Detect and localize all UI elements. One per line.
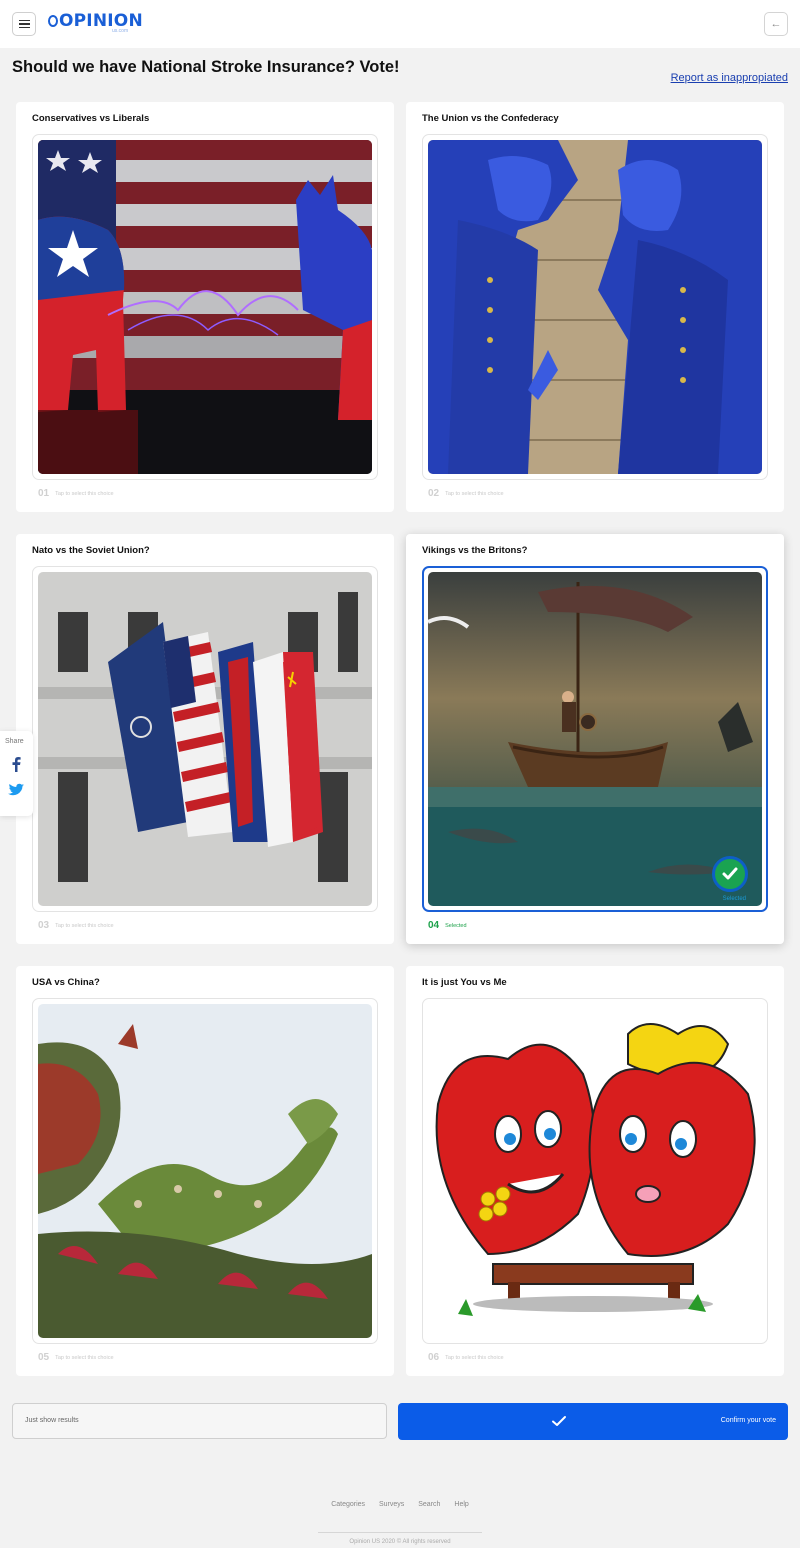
choice-image-frame[interactable]: Selected <box>422 566 768 912</box>
choice-card-5[interactable]: USA vs China? 05 Tap to select this choi… <box>16 966 394 1376</box>
footer-divider <box>318 1532 482 1533</box>
choice-image-flags-on-building <box>38 572 372 906</box>
choice-image-frame[interactable] <box>422 998 768 1344</box>
choice-card-2[interactable]: The Union vs the Confederacy 02 Tap to s… <box>406 102 784 512</box>
choice-footer: 05 Tap to select this choice <box>38 1352 114 1363</box>
logo-text: OPINION <box>59 11 143 31</box>
choice-hint: Selected <box>445 923 467 929</box>
choice-card-1[interactable]: Conservatives vs Liberals 01 Tap to sele… <box>16 102 394 512</box>
choice-image-frame[interactable] <box>32 998 378 1344</box>
just-show-results-button[interactable]: Just show results <box>12 1403 387 1439</box>
choice-card-4[interactable]: Vikings vs the Britons? Selected 04 Sele… <box>406 534 784 944</box>
choice-image-dragon-sculpture <box>38 1004 372 1338</box>
back-button[interactable]: ← <box>764 12 788 36</box>
choice-number: 02 <box>428 488 440 499</box>
choice-number: 03 <box>38 920 50 931</box>
choice-footer: 04 Selected <box>428 920 467 931</box>
choice-title: Conservatives vs Liberals <box>32 113 150 124</box>
footer-nav: Categories Surveys Search Help <box>0 1501 800 1508</box>
top-header: OPINION us.com ← <box>0 0 800 48</box>
footer-link-surveys[interactable]: Surveys <box>379 1501 404 1508</box>
choice-image-viking-ship: Selected <box>428 572 762 906</box>
choice-footer: 03 Tap to select this choice <box>38 920 114 931</box>
arrow-left-icon: ← <box>770 18 782 30</box>
choice-title: Nato vs the Soviet Union? <box>32 545 150 556</box>
choice-footer: 02 Tap to select this choice <box>428 488 504 499</box>
share-label: Share <box>5 738 24 745</box>
twitter-icon[interactable] <box>8 782 24 798</box>
report-link[interactable]: Report as inappropiated <box>671 72 788 84</box>
share-panel: Share <box>0 731 33 816</box>
hamburger-menu-icon[interactable] <box>12 12 36 36</box>
confirm-vote-button[interactable]: Confirm your vote <box>398 1403 788 1440</box>
choice-image-frame[interactable] <box>32 134 378 480</box>
footer-copyright: Opinion US 2020 © All rights reserved <box>349 1539 451 1545</box>
choice-title: It is just You vs Me <box>422 977 507 988</box>
choice-card-6[interactable]: It is just You vs Me 06 Tap to select th… <box>406 966 784 1376</box>
results-button-label: Just show results <box>25 1417 79 1424</box>
choice-number: 04 <box>428 920 440 931</box>
choice-title: Vikings vs the Britons? <box>422 545 528 556</box>
choice-image-civil-war-mural <box>428 140 762 474</box>
choice-image-frame[interactable] <box>32 566 378 912</box>
choice-card-3[interactable]: Nato vs the Soviet Union? 03 Tap to sele… <box>16 534 394 944</box>
footer-link-search[interactable]: Search <box>418 1501 440 1508</box>
choice-footer: 01 Tap to select this choice <box>38 488 114 499</box>
choice-hint: Tap to select this choice <box>445 491 504 497</box>
page-title: Should we have National Stroke Insurance… <box>12 58 400 76</box>
choice-image-cartoon-hearts <box>428 1004 762 1338</box>
choice-hint: Tap to select this choice <box>55 1355 114 1361</box>
choice-hint: Tap to select this choice <box>55 923 114 929</box>
checkmark-icon <box>552 1416 566 1426</box>
choice-hint: Tap to select this choice <box>55 491 114 497</box>
choice-title: The Union vs the Confederacy <box>422 113 559 124</box>
logo-ring-mark <box>48 15 58 27</box>
logo-subtext: us.com <box>112 28 129 34</box>
choice-image-elephant-vs-donkey <box>38 140 372 474</box>
choice-title: USA vs China? <box>32 977 100 988</box>
choice-number: 05 <box>38 1352 50 1363</box>
choice-hint: Tap to select this choice <box>445 1355 504 1361</box>
confirm-button-label: Confirm your vote <box>720 1417 776 1424</box>
choice-image-frame[interactable] <box>422 134 768 480</box>
choice-footer: 06 Tap to select this choice <box>428 1352 504 1363</box>
footer-link-help[interactable]: Help <box>454 1501 468 1508</box>
footer-link-categories[interactable]: Categories <box>331 1501 365 1508</box>
facebook-icon[interactable] <box>10 756 22 772</box>
selected-badge-label: Selected <box>722 896 746 902</box>
site-logo[interactable]: OPINION us.com <box>48 11 143 35</box>
check-circle-icon <box>712 856 748 892</box>
choice-number: 01 <box>38 488 50 499</box>
choice-number: 06 <box>428 1352 440 1363</box>
